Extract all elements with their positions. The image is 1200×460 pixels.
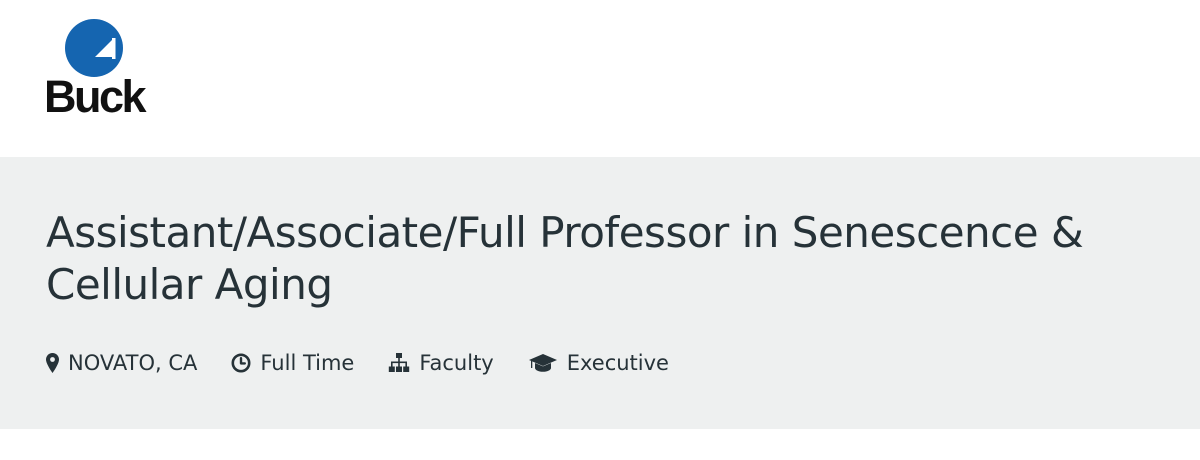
map-marker-icon xyxy=(46,353,59,373)
job-level: Executive xyxy=(528,351,669,375)
job-department-label: Faculty xyxy=(419,351,494,375)
job-banner: Assistant/Associate/Full Professor in Se… xyxy=(0,157,1200,429)
sitemap-icon xyxy=(388,353,410,373)
job-department: Faculty xyxy=(388,351,494,375)
job-location: NOVATO, CA xyxy=(46,351,197,375)
page-bottom xyxy=(0,429,1200,460)
logo-wordmark: Buck xyxy=(44,71,147,122)
job-type: Full Time xyxy=(231,351,354,375)
job-location-label: NOVATO, CA xyxy=(68,351,198,375)
job-meta-list: NOVATO, CA Full Time Faculty Executive xyxy=(46,348,703,378)
buck-logo-link[interactable]: Buck xyxy=(44,18,148,122)
job-type-label: Full Time xyxy=(260,351,355,375)
site-header: Buck xyxy=(0,0,1200,157)
job-title: Assistant/Associate/Full Professor in Se… xyxy=(46,208,1084,309)
graduation-cap-icon xyxy=(528,353,558,373)
job-level-label: Executive xyxy=(566,351,669,375)
buck-logo-icon xyxy=(65,19,123,77)
clock-icon xyxy=(231,353,251,373)
